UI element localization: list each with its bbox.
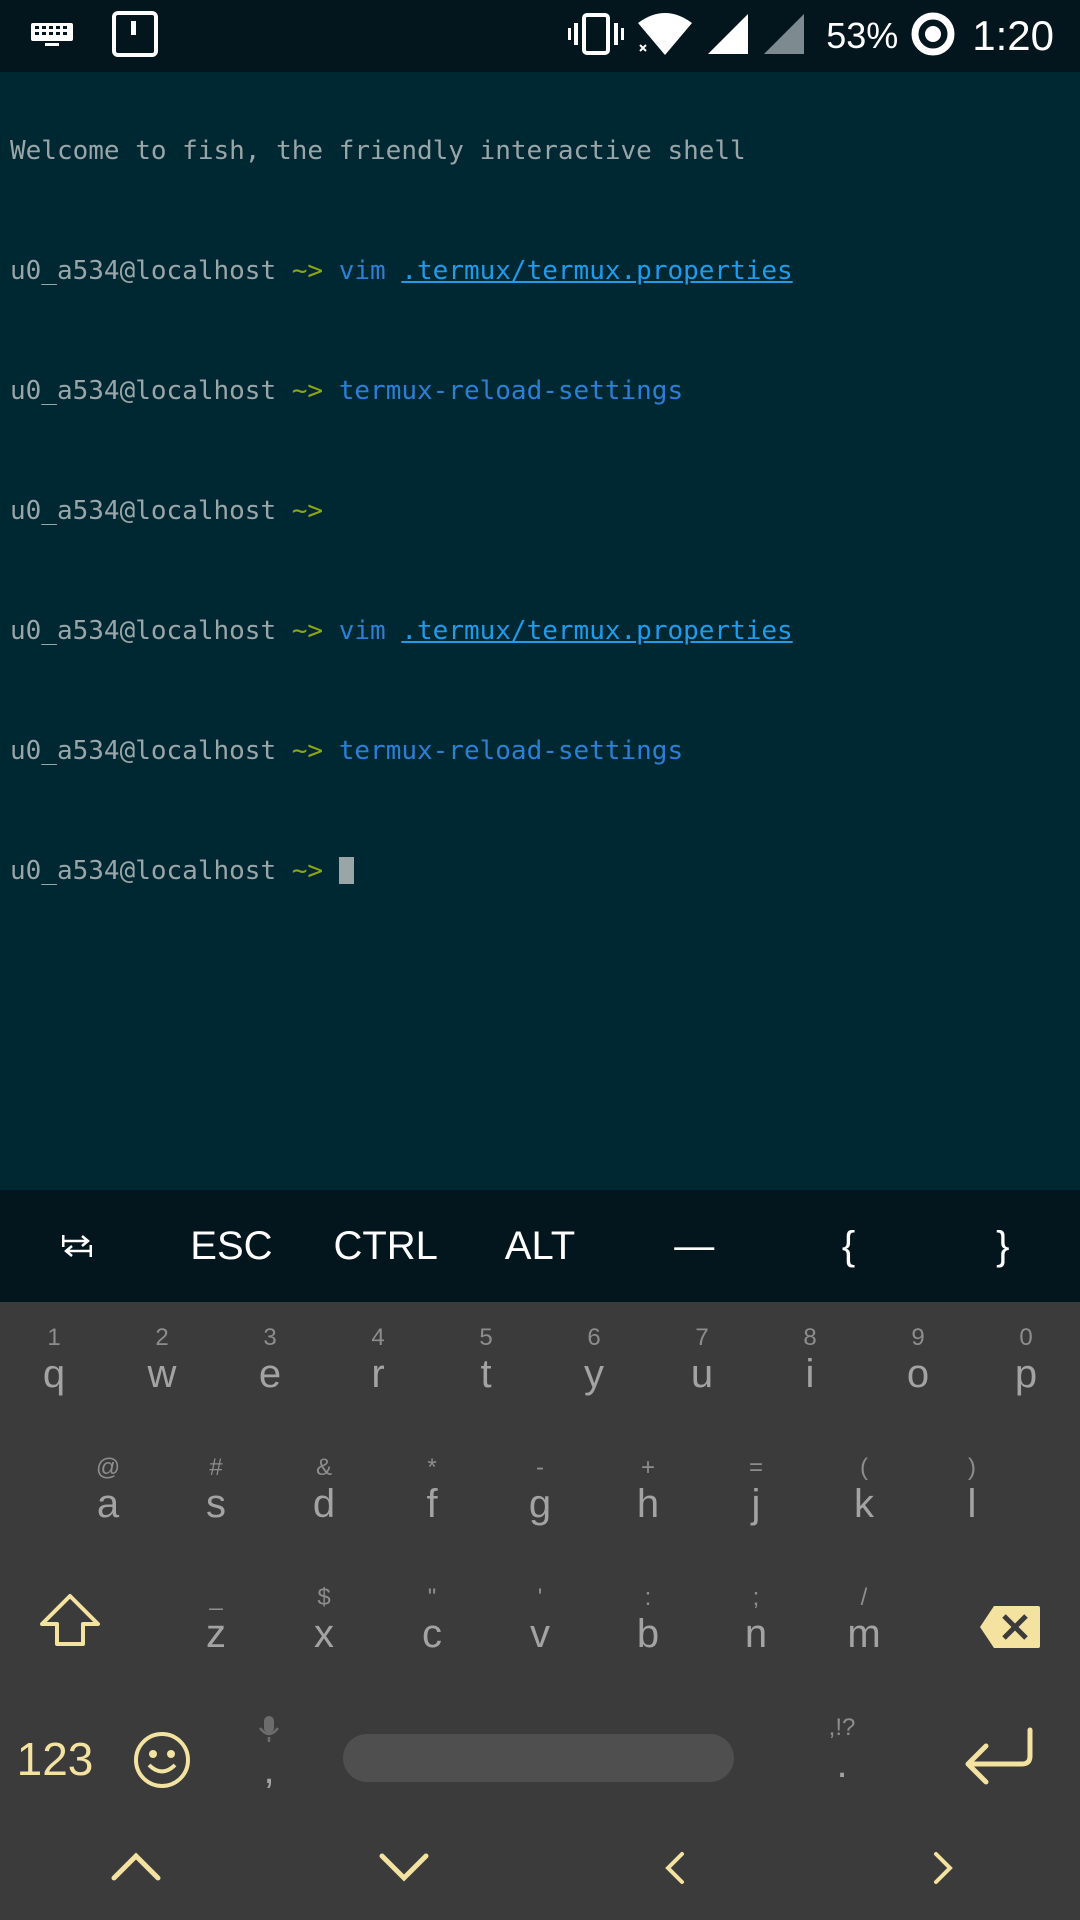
- extra-keys-row: ESC CTRL ALT — { }: [0, 1190, 1080, 1302]
- key-i[interactable]: 8i: [756, 1302, 864, 1412]
- key-h[interactable]: + h: [594, 1432, 702, 1542]
- key-q[interactable]: 1q: [0, 1302, 108, 1412]
- shift-icon: [38, 1592, 102, 1653]
- key-a[interactable]: @ a: [54, 1432, 162, 1542]
- key-n[interactable]: ; n: [702, 1562, 810, 1672]
- command-arg-link[interactable]: .termux/termux.properties: [401, 616, 792, 646]
- terminal-cursor: [338, 857, 354, 884]
- key-y[interactable]: 6y: [540, 1302, 648, 1412]
- key-r[interactable]: 4r: [324, 1302, 432, 1412]
- tab-key[interactable]: [0, 1190, 154, 1302]
- key-v[interactable]: ' v: [486, 1562, 594, 1672]
- key-t[interactable]: 5t: [432, 1302, 540, 1412]
- key-j[interactable]: = j: [702, 1432, 810, 1542]
- right-brace-key[interactable]: }: [926, 1190, 1080, 1302]
- signal-icon: [706, 12, 750, 61]
- key-m[interactable]: / m: [810, 1562, 918, 1672]
- esc-key[interactable]: ESC: [154, 1190, 308, 1302]
- period-key[interactable]: ,!? .: [790, 1692, 894, 1802]
- terminal-output: Welcome to fish, the friendly interactiv…: [10, 76, 793, 946]
- keyboard-nav-row: [0, 1830, 1080, 1920]
- tab-icon: [62, 1224, 93, 1269]
- enter-key[interactable]: [930, 1692, 1080, 1802]
- battery-percent: 53%: [826, 15, 899, 56]
- prompt-user: u0_a534@localhost: [10, 616, 277, 646]
- key-d[interactable]: & d: [270, 1432, 378, 1542]
- prompt-user: u0_a534@localhost: [10, 736, 277, 766]
- backspace-key[interactable]: [940, 1562, 1080, 1672]
- arrow-down-icon[interactable]: [378, 1848, 430, 1889]
- clock: 1:20: [972, 12, 1054, 59]
- prompt-symbol: ~>: [291, 616, 324, 646]
- battery-saver-icon: [910, 11, 956, 62]
- command-name: termux-reload-settings: [338, 736, 684, 766]
- prompt-symbol: ~>: [291, 856, 324, 886]
- terminal-line-active: u0_a534@localhost ~>: [10, 856, 793, 886]
- key-f[interactable]: * f: [378, 1432, 486, 1542]
- terminal-line: u0_a534@localhost ~> vim .termux/termux.…: [10, 256, 793, 286]
- prompt-user: u0_a534@localhost: [10, 496, 277, 526]
- prompt-symbol: ~>: [291, 376, 324, 406]
- microphone-icon: [257, 1714, 281, 1749]
- prompt-user: u0_a534@localhost: [10, 856, 277, 886]
- terminal-line: u0_a534@localhost ~> vim .termux/termux.…: [10, 616, 793, 646]
- numbers-key[interactable]: 123: [0, 1692, 110, 1802]
- command-arg-link[interactable]: .termux/termux.properties: [401, 256, 792, 286]
- key-g[interactable]: -g: [486, 1432, 594, 1542]
- ctrl-key[interactable]: CTRL: [309, 1190, 463, 1302]
- key-w[interactable]: 2w: [108, 1302, 216, 1412]
- alt-key[interactable]: ALT: [463, 1190, 617, 1302]
- keyboard-icon: [30, 21, 74, 52]
- arrow-right-icon[interactable]: [930, 1848, 956, 1893]
- arrow-left-icon[interactable]: [662, 1848, 688, 1893]
- wifi-icon: [636, 11, 694, 62]
- key-s[interactable]: # s: [162, 1432, 270, 1542]
- terminal-view[interactable]: Welcome to fish, the friendly interactiv…: [0, 72, 1080, 1190]
- terminal-line: u0_a534@localhost ~>: [10, 496, 793, 526]
- key-o[interactable]: 9o: [864, 1302, 972, 1412]
- dash-key[interactable]: —: [617, 1190, 771, 1302]
- left-brace-key[interactable]: {: [771, 1190, 925, 1302]
- command-name: vim: [338, 616, 386, 646]
- key-l[interactable]: ) l: [918, 1432, 1026, 1542]
- key-p[interactable]: 0p: [972, 1302, 1080, 1412]
- prompt-user: u0_a534@localhost: [10, 376, 277, 406]
- key-c[interactable]: " c: [378, 1562, 486, 1672]
- emoji-key[interactable]: [112, 1692, 212, 1802]
- prompt-symbol: ~>: [291, 736, 324, 766]
- terminal-line: u0_a534@localhost ~> termux-reload-setti…: [10, 736, 793, 766]
- backspace-icon: [978, 1604, 1042, 1655]
- key-e[interactable]: 3e: [216, 1302, 324, 1412]
- key-b[interactable]: :b: [594, 1562, 702, 1672]
- welcome-line: Welcome to fish, the friendly interactiv…: [10, 136, 746, 166]
- smiley-icon: [132, 1730, 192, 1795]
- key-u[interactable]: 7u: [648, 1302, 756, 1412]
- signal-empty-icon: [762, 12, 806, 61]
- status-bar: 53% 1:20: [0, 0, 1080, 72]
- space-bar[interactable]: [343, 1734, 734, 1782]
- command-name: vim: [338, 256, 386, 286]
- command-name: termux-reload-settings: [338, 376, 684, 406]
- prompt-symbol: ~>: [291, 256, 324, 286]
- key-z[interactable]: _ z: [162, 1562, 270, 1672]
- numbers-key-label: 123: [16, 1733, 94, 1785]
- arrow-up-icon[interactable]: [110, 1848, 162, 1889]
- prompt-user: u0_a534@localhost: [10, 256, 277, 286]
- comma-key[interactable]: ,: [214, 1692, 324, 1802]
- vibrate-icon: [568, 12, 625, 60]
- terminal-line: u0_a534@localhost ~> termux-reload-setti…: [10, 376, 793, 406]
- shift-key[interactable]: [0, 1562, 140, 1672]
- key-x[interactable]: $ x: [270, 1562, 378, 1672]
- key-k[interactable]: (k: [810, 1432, 918, 1542]
- enter-icon: [960, 1726, 1040, 1791]
- prompt-symbol: ~>: [291, 496, 324, 526]
- notification-icon: [112, 10, 158, 62]
